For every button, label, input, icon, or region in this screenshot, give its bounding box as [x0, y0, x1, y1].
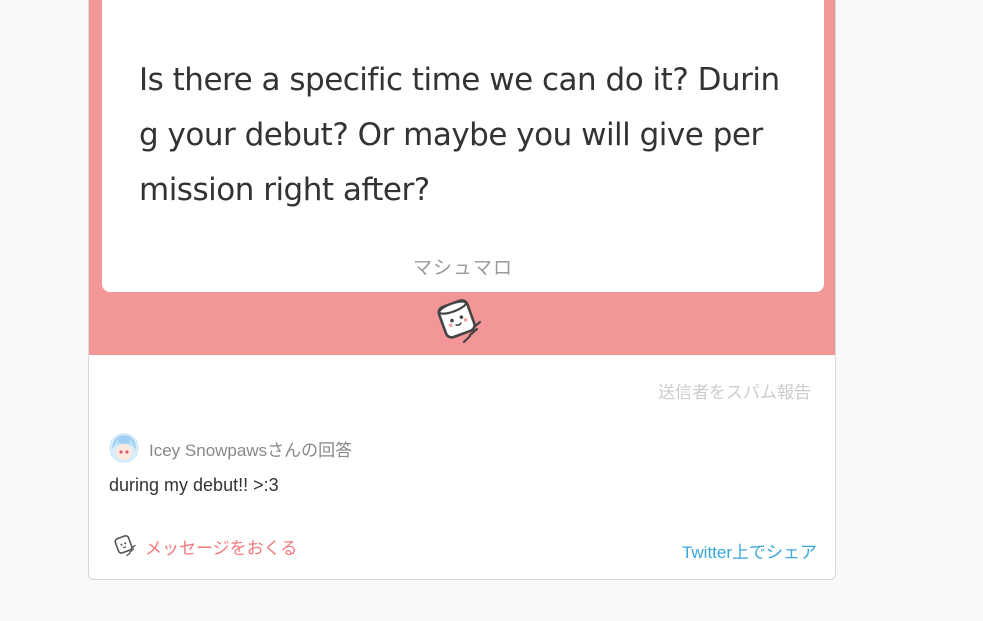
answer-label: Icey Snowpawsさんの回答 — [149, 440, 353, 460]
share-twitter-link[interactable]: Twitter上でシェア — [682, 538, 817, 563]
send-message-link[interactable]: メッセージをおくる — [113, 533, 297, 559]
avatar — [109, 433, 139, 463]
message-text: Is there a specific time we can do it? D… — [139, 62, 780, 208]
message-band: Is there a specific time we can do it? D… — [89, 0, 835, 355]
message-card: Is there a specific time we can do it? D… — [88, 0, 836, 580]
answer-text: during my debut!! >:3 — [109, 475, 279, 495]
marshmallow-icon — [437, 299, 482, 344]
answer-header: Icey Snowpawsさんの回答 — [109, 433, 352, 463]
send-message-label: メッセージをおくる — [145, 538, 298, 558]
marshmallow-icon — [114, 535, 136, 557]
message-box: Is there a specific time we can do it? D… — [102, 0, 824, 292]
report-spam-link[interactable]: 送信者をスパム報告 — [658, 378, 811, 403]
brand-label: マシュマロ — [412, 258, 513, 279]
